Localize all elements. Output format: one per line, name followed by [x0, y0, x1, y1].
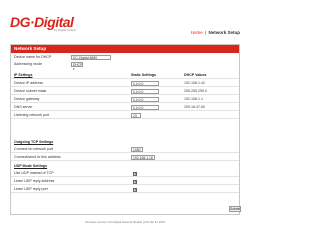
listening-port-input[interactable]: 23 [131, 113, 141, 118]
udp-reply-port-row: Learn UDP reply port ✕ [11, 186, 239, 193]
dns-server-label: DNS server [14, 105, 33, 109]
logo-tagline: by Digital Grapix [54, 28, 77, 32]
breadcrumb-home-link[interactable]: Home [191, 30, 203, 35]
listening-port-row: Listening network port 23 [11, 112, 239, 119]
dhcp-subnet-mask-value: 255.255.255.0 [184, 89, 207, 93]
dhcp-dns-server-value: 209.18.47.60 [184, 105, 205, 109]
udp-reply-port-checkbox[interactable]: ✕ [133, 188, 137, 192]
header: DG·Digital by Digital Grapix Home | Netw… [0, 0, 250, 44]
tcp-settings-header-row: Outgoing TCP Settings [11, 139, 239, 146]
static-ip-address-input[interactable]: 0.0.0.0 [131, 81, 159, 86]
breadcrumb-separator: | [205, 30, 207, 35]
firmware-footer: Firmware Version: DC-Digital Network Mod… [85, 220, 165, 224]
device-name-input[interactable]: DC-Digital-8480 [71, 55, 111, 60]
breadcrumb: Home | Network Setup [191, 30, 240, 36]
addressing-mode-row: Addressing mode DHCP ▾ [11, 61, 239, 71]
tcp-address-input[interactable]: 192.168.1.18 [131, 155, 155, 160]
static-subnet-mask-input[interactable]: 0.0.0.0 [131, 89, 159, 94]
tcp-port-row: Connect on network port 1080 [11, 146, 239, 153]
udp-settings-heading: UDP Mode Settings [14, 164, 48, 168]
device-name-row: Device name for DHCP DC-Digital-8480 [11, 54, 239, 61]
subnet-mask-label: Device subnet mask [14, 89, 47, 93]
tcp-address-row: Connect/send to this address 192.168.1.1… [11, 154, 239, 161]
tcp-port-label: Connect on network port [14, 147, 54, 151]
udp-mode-label: Use UDP instead of TCP [14, 171, 54, 175]
addressing-mode-label: Addressing mode [14, 62, 42, 66]
gateway-row: Device gateway 0.0.0.0 192.168.1.1 [11, 96, 239, 103]
ip-address-row: Device IP address 0.0.0.0 192.168.1.42 [11, 80, 239, 87]
listening-port-label: Listening network port [14, 113, 50, 117]
dhcp-gateway-value: 192.168.1.1 [184, 97, 203, 101]
tcp-port-input[interactable]: 1080 [131, 147, 143, 152]
ip-settings-heading: IP Settings [14, 73, 33, 77]
gateway-label: Device gateway [14, 97, 40, 101]
ip-address-label: Device IP address [14, 81, 44, 85]
ip-settings-header-row: IP Settings Static Settings DHCP Values [11, 72, 239, 79]
dns-server-row: DNS server 0.0.0.0 209.18.47.60 [11, 104, 239, 111]
udp-reply-port-label: Learn UDP reply port [14, 187, 48, 191]
udp-mode-row: Use UDP instead of TCP ✕ [11, 170, 239, 177]
subnet-mask-row: Device subnet mask 0.0.0.0 255.255.255.0 [11, 88, 239, 95]
static-dns-server-input[interactable]: 0.0.0.0 [131, 105, 159, 110]
tcp-settings-heading: Outgoing TCP Settings [14, 140, 54, 144]
static-gateway-input[interactable]: 0.0.0.0 [131, 97, 159, 102]
udp-settings-header-row: UDP Mode Settings [11, 163, 239, 170]
udp-reply-address-row: Learn UDP reply address ✕ [11, 178, 239, 185]
addressing-mode-value: DHCP [73, 63, 82, 67]
device-name-label: Device name for DHCP [14, 55, 52, 59]
breadcrumb-current: Network Setup [208, 30, 240, 35]
network-setup-panel: Network Setup Device name for DHCP DC-Di… [10, 44, 241, 215]
static-settings-header: Static Settings [131, 73, 156, 77]
submit-button[interactable]: Submit [229, 206, 241, 212]
udp-reply-address-checkbox[interactable]: ✕ [133, 180, 137, 184]
tcp-address-label: Connect/send to this address [14, 155, 61, 159]
dhcp-values-header: DHCP Values [184, 73, 207, 77]
udp-reply-address-label: Learn UDP reply address [14, 179, 55, 183]
udp-mode-checkbox[interactable]: ✕ [133, 172, 137, 176]
addressing-mode-select[interactable]: DHCP ▾ [71, 62, 83, 71]
panel-title: Network Setup [11, 45, 239, 53]
brand-logo: DG·Digital by Digital Grapix [10, 14, 76, 32]
dhcp-ip-address-value: 192.168.1.42 [184, 81, 205, 85]
